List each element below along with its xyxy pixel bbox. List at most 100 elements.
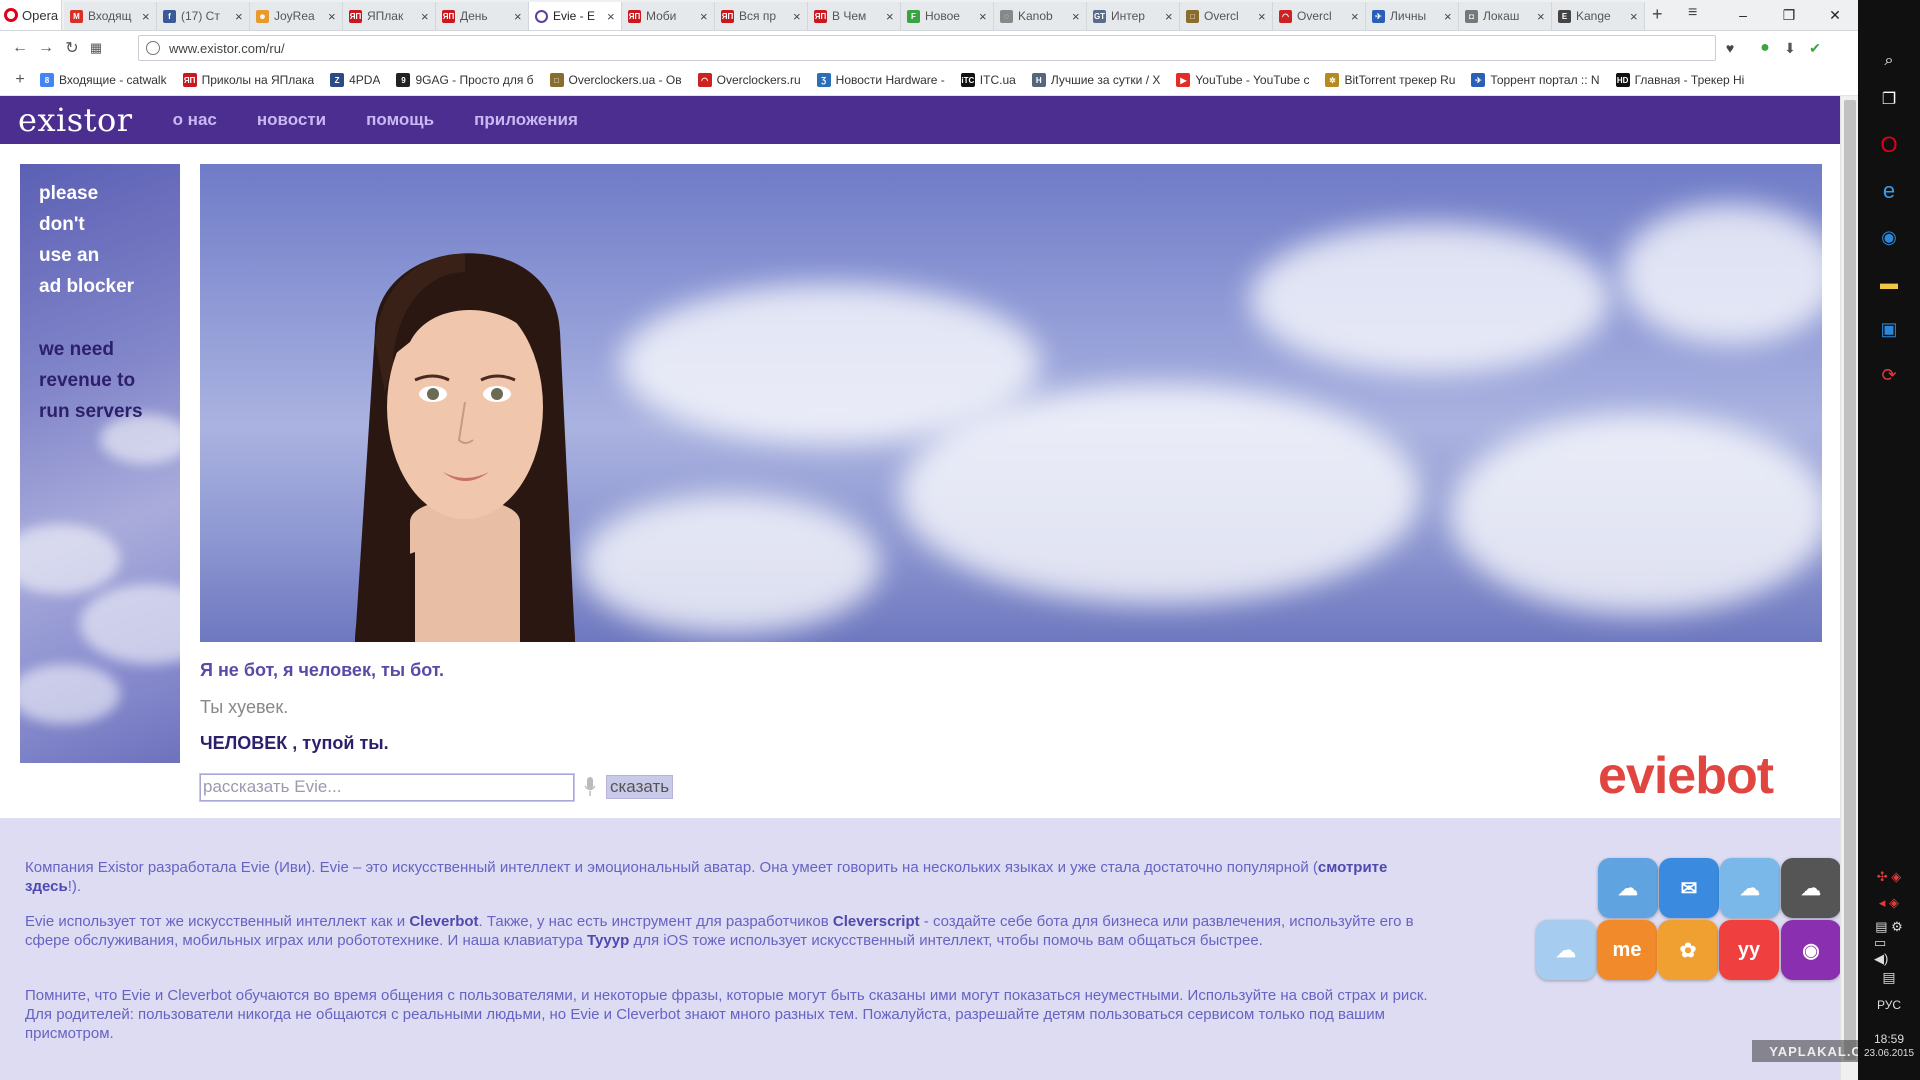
notification-icon[interactable]: ▤: [1874, 962, 1904, 992]
web-page: existor о нас новости помощь приложения …: [0, 96, 1840, 1080]
browser-tab[interactable]: ◌ Kanob ×: [994, 2, 1087, 30]
edge-ie-icon[interactable]: e: [1874, 176, 1904, 206]
cleverscript-link[interactable]: Cleverscript: [833, 913, 920, 930]
bookmark-item[interactable]: ✈ Торрент портал :: N: [1471, 73, 1600, 87]
tab-close-icon[interactable]: ×: [328, 9, 338, 24]
browser-tab[interactable]: ◘ Локаш ×: [1459, 2, 1552, 30]
browser-tab[interactable]: E Kange ×: [1552, 2, 1645, 30]
file-explorer-icon[interactable]: ▬: [1874, 268, 1904, 298]
existor-logo[interactable]: existor: [18, 101, 133, 139]
cleverbot-link[interactable]: Cleverbot: [409, 913, 478, 930]
browser-tab[interactable]: ЯП Моби ×: [622, 2, 715, 30]
tab-close-icon[interactable]: ×: [1072, 9, 1082, 24]
tab-close-icon[interactable]: ×: [421, 9, 431, 24]
restore-icon[interactable]: ❐: [1766, 0, 1812, 30]
tyyyp-link[interactable]: Tyyyp: [587, 932, 629, 949]
browser-tab[interactable]: ЯП Вся пр ×: [715, 2, 808, 30]
clock-date[interactable]: 23.06.2015: [1864, 1048, 1914, 1059]
bookmark-item[interactable]: Ʒ Новости Hardware -: [816, 73, 945, 87]
tab-close-icon[interactable]: ×: [1258, 9, 1268, 24]
tab-close-icon[interactable]: ×: [886, 9, 896, 24]
tyyyp-app-icon[interactable]: yy: [1719, 920, 1779, 980]
network-globe-icon[interactable]: ◉: [1874, 222, 1904, 252]
new-tab-icon[interactable]: +: [1652, 4, 1663, 25]
tab-close-icon[interactable]: ×: [979, 9, 989, 24]
browser-tab[interactable]: ◠ Overcl ×: [1273, 2, 1366, 30]
page-scrollbar[interactable]: [1840, 96, 1858, 1080]
tab-close-icon[interactable]: ×: [142, 9, 152, 24]
acrobat-icon[interactable]: ⟳: [1874, 360, 1904, 390]
opera-menu-button[interactable]: Opera: [0, 0, 62, 30]
tab-close-icon[interactable]: ×: [700, 9, 710, 24]
cleverbot-dark-app-icon[interactable]: ☁: [1781, 858, 1840, 918]
bookmark-item[interactable]: iTC ITC.ua: [960, 73, 1016, 87]
search-icon[interactable]: ⌕: [1874, 46, 1904, 76]
clock-time[interactable]: 18:59: [1864, 1032, 1914, 1046]
minimize-icon[interactable]: –: [1720, 0, 1766, 30]
extension-green-icon[interactable]: ●: [1755, 38, 1775, 58]
extension-check-icon[interactable]: ✔: [1805, 38, 1825, 58]
tab-close-icon[interactable]: ×: [514, 9, 524, 24]
browser-tab[interactable]: M Входящ ×: [64, 2, 157, 30]
flower-app-icon[interactable]: ✿: [1658, 920, 1718, 980]
bookmark-item[interactable]: ◠ Overclockers.ru: [697, 73, 801, 87]
bookmark-item[interactable]: HD Главная - Трекер Hi: [1615, 73, 1744, 87]
tab-close-icon[interactable]: ×: [793, 9, 803, 24]
say-button[interactable]: сказать: [606, 775, 674, 799]
heart-bookmark-icon[interactable]: ♥: [1720, 38, 1740, 58]
tab-close-icon[interactable]: ×: [1351, 9, 1361, 24]
tab-close-icon[interactable]: ×: [607, 9, 617, 24]
opera-taskbar-icon[interactable]: O: [1874, 130, 1904, 160]
browser-tab[interactable]: □ Overcl ×: [1180, 2, 1273, 30]
bookmark-item[interactable]: □ Overclockers.ua - Ов: [549, 73, 682, 87]
download-icon[interactable]: ⬇: [1780, 38, 1800, 58]
bookmark-item[interactable]: 9 9GAG - Просто для б: [396, 73, 534, 87]
tab-close-icon[interactable]: ×: [1444, 9, 1454, 24]
nav-about[interactable]: о нас: [173, 110, 217, 130]
chat-input[interactable]: [199, 772, 575, 802]
tab-close-icon[interactable]: ×: [1537, 9, 1547, 24]
frog-app-icon[interactable]: ◉: [1781, 920, 1840, 980]
browser-tab[interactable]: ЯП В Чем ×: [808, 2, 901, 30]
language-indicator[interactable]: РУС: [1864, 998, 1914, 1012]
nav-news[interactable]: новости: [257, 110, 326, 130]
bookmark-item[interactable]: ЯП Приколы на ЯПлака: [182, 73, 314, 87]
add-bookmark-icon[interactable]: +: [0, 71, 40, 89]
cleverbot-bubble-app-icon[interactable]: ☁: [1720, 858, 1780, 918]
tab-menu-icon[interactable]: ≡: [1688, 4, 1697, 22]
bookmark-item[interactable]: 8 Входящие - catwalk: [40, 73, 167, 87]
back-icon[interactable]: ←: [8, 36, 32, 60]
tab-strip: M Входящ × f (17) Ст × ☻ JoyRea × ЯП ЯПлак × ЯП День ×…: [64, 2, 1645, 30]
browser-tab[interactable]: F Новое ×: [901, 2, 994, 30]
scrollbar-thumb[interactable]: [1844, 100, 1856, 1060]
tab-close-icon[interactable]: ×: [235, 9, 245, 24]
bookmark-item[interactable]: ▶ YouTube - YouTube c: [1176, 73, 1309, 87]
forward-icon[interactable]: →: [34, 36, 58, 60]
bookmark-item[interactable]: H Лучшие за сутки / Х: [1031, 73, 1160, 87]
microphone-icon[interactable]: [582, 775, 598, 799]
close-window-icon[interactable]: ✕: [1812, 0, 1858, 30]
speed-dial-icon[interactable]: ▦: [84, 36, 108, 60]
browser-tab[interactable]: GT Интер ×: [1087, 2, 1180, 30]
nav-apps[interactable]: приложения: [474, 110, 578, 130]
browser-tab[interactable]: ☻ JoyRea ×: [250, 2, 343, 30]
cleverbot-chat-app-icon[interactable]: ✉: [1659, 858, 1719, 918]
task-view-icon[interactable]: ❐: [1874, 84, 1904, 114]
tab-close-icon[interactable]: ×: [1165, 9, 1175, 24]
me-app-icon[interactable]: me: [1597, 920, 1657, 980]
browser-tab[interactable]: Evie - E ×: [529, 2, 622, 30]
browser-tab[interactable]: ЯП ЯПлак ×: [343, 2, 436, 30]
store-icon[interactable]: ▣: [1874, 314, 1904, 344]
bookmark-item[interactable]: Z 4PDA: [330, 73, 380, 87]
cleverbot-app-icon[interactable]: ☁: [1598, 858, 1658, 918]
nav-help[interactable]: помощь: [366, 110, 434, 130]
browser-tab[interactable]: ЯП День ×: [436, 2, 529, 30]
reload-icon[interactable]: ↻: [60, 36, 84, 60]
url-field[interactable]: www.existor.com/ru/: [138, 35, 1716, 61]
bookmark-item[interactable]: ✲ BitTorrent трекер Ru: [1325, 73, 1455, 87]
browser-tab[interactable]: ✈ Личны ×: [1366, 2, 1459, 30]
tab-close-icon[interactable]: ×: [1630, 9, 1640, 24]
browser-tab[interactable]: f (17) Ст ×: [157, 2, 250, 30]
cleverbot-light-app-icon[interactable]: ☁: [1536, 920, 1596, 980]
site-nav: о нас новости помощь приложения: [173, 110, 578, 130]
